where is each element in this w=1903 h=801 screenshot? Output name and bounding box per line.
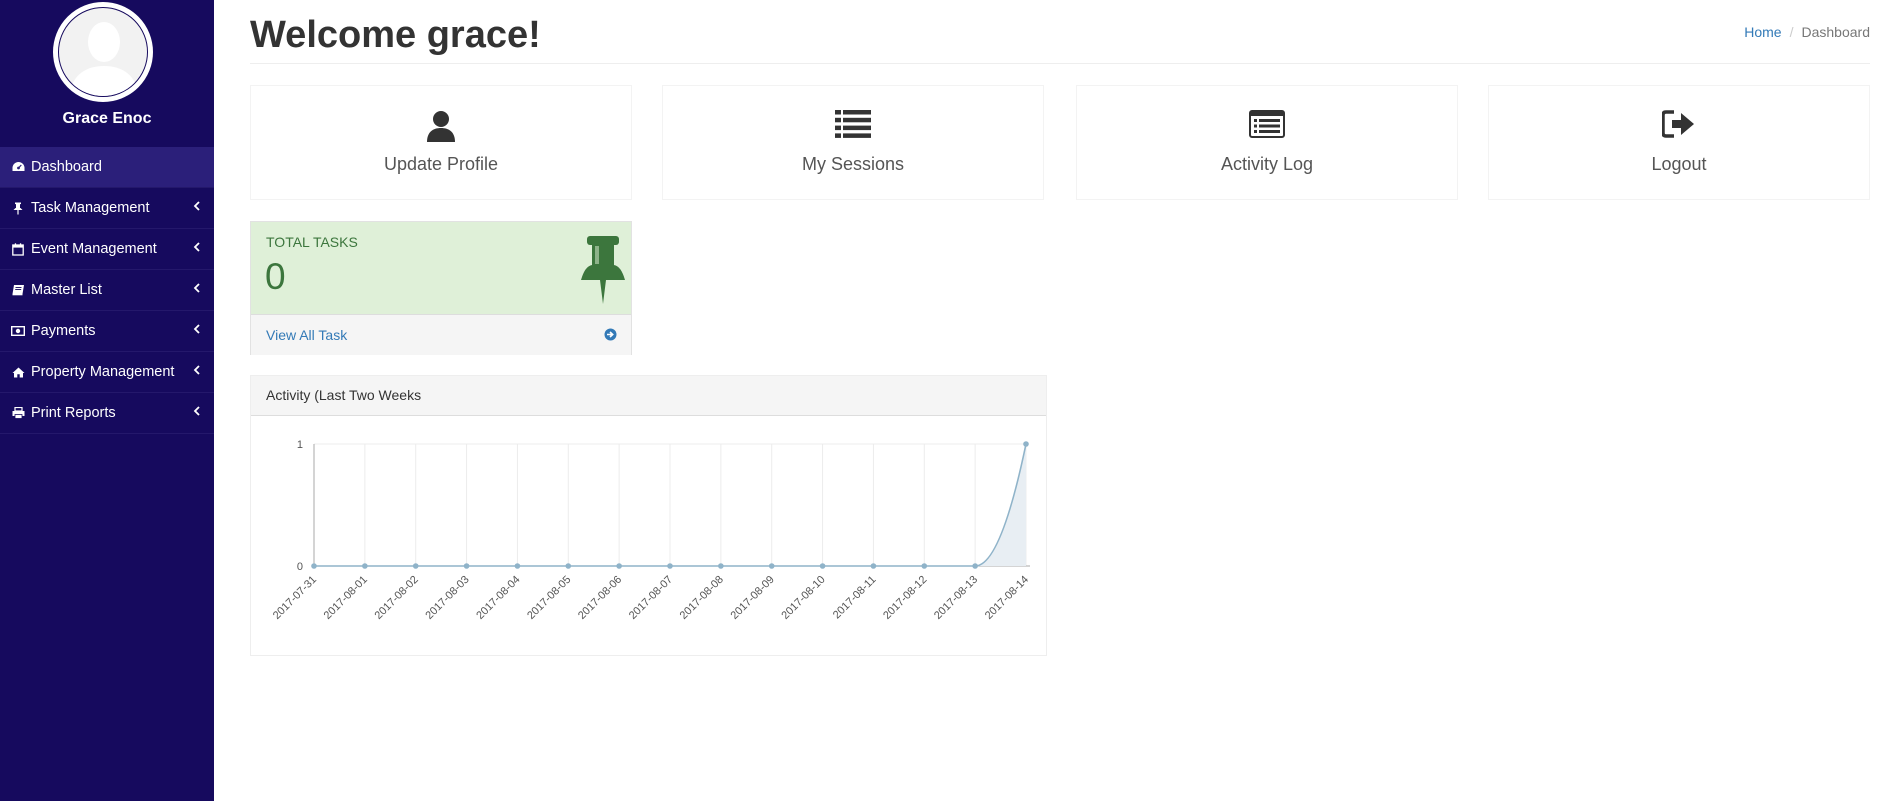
data-point xyxy=(819,563,826,569)
tile-label: Logout xyxy=(1651,154,1707,174)
x-tick-label: 2017-08-03 xyxy=(423,574,471,622)
sidebar-item-label: Event Management xyxy=(31,241,157,257)
dashboard-icon xyxy=(11,160,25,174)
chevron-left-icon xyxy=(193,322,200,338)
avatar-placeholder-icon xyxy=(58,7,148,97)
total-tasks-panel: TOTAL TASKS 0 View All Task xyxy=(250,221,632,355)
tile-logout[interactable]: Logout xyxy=(1488,85,1870,200)
data-point xyxy=(565,563,572,569)
data-point xyxy=(514,563,521,569)
title-divider xyxy=(250,63,1870,64)
sidebar-item-label: Task Management xyxy=(31,200,150,216)
tile-label: Update Profile xyxy=(383,154,499,174)
data-point xyxy=(718,563,724,569)
x-tick-label: 2017-08-01 xyxy=(322,574,370,622)
sidebar-item-print-reports[interactable]: Print Reports xyxy=(0,393,214,434)
data-point xyxy=(972,563,978,569)
sidebar-nav: Dashboard Task Management Event Manageme… xyxy=(0,147,214,434)
data-point xyxy=(463,563,470,569)
x-tick-label: 2017-08-06 xyxy=(576,574,624,622)
sidebar-item-label: Print Reports xyxy=(31,405,116,421)
x-tick-label: 2017-08-02 xyxy=(373,574,421,622)
page-title: Welcome grace! xyxy=(250,14,541,56)
sidebar-item-payments[interactable]: Payments xyxy=(0,311,214,352)
sidebar-item-task-management[interactable]: Task Management xyxy=(0,188,214,229)
sidebar-item-master-list[interactable]: Master List xyxy=(0,270,214,311)
activity-panel-header: Activity (Last Two Weeks xyxy=(251,376,1046,416)
book-icon xyxy=(11,283,25,297)
sidebar-item-label: Dashboard xyxy=(31,159,102,175)
user-icon xyxy=(251,110,631,142)
arrow-circle-right-icon[interactable] xyxy=(604,328,617,346)
tile-my-sessions[interactable]: My Sessions xyxy=(662,85,1044,200)
activity-panel: Activity (Last Two Weeks 0 1 2017-07-31 201… xyxy=(250,375,1047,656)
thumbtack-icon xyxy=(579,236,627,309)
data-point xyxy=(870,563,877,569)
tile-label: My Sessions xyxy=(801,154,905,174)
x-tick-label: 2017-08-12 xyxy=(881,574,929,622)
sign-out-icon xyxy=(1489,110,1869,138)
x-tick-label: 2017-08-10 xyxy=(779,574,827,622)
tile-update-profile[interactable]: Update Profile xyxy=(250,85,632,200)
data-point xyxy=(768,563,775,569)
list-alt-icon xyxy=(1077,110,1457,138)
print-icon xyxy=(11,406,25,420)
x-tick-label: 2017-08-07 xyxy=(627,574,675,622)
x-tick-label: 2017-08-08 xyxy=(678,574,726,622)
breadcrumb-home-link[interactable]: Home xyxy=(1744,24,1781,40)
sidebar-item-property-management[interactable]: Property Management xyxy=(0,352,214,393)
user-name: Grace Enoc xyxy=(62,110,152,127)
calendar-icon xyxy=(11,242,25,256)
chevron-left-icon xyxy=(193,404,200,420)
sidebar-item-label: Master List xyxy=(31,282,102,298)
x-tick-label: 2017-08-05 xyxy=(525,574,573,622)
activity-chart: 012017-07-31 2017-08-01 2017-08-02 2017-08-… xyxy=(271,439,1031,622)
data-point xyxy=(616,563,622,569)
x-tick-label: 2017-07-31 xyxy=(271,574,319,622)
breadcrumb-current: Dashboard xyxy=(1801,24,1871,40)
total-tasks-footer: View All Task xyxy=(251,314,631,355)
tile-activity-log[interactable]: Activity Log xyxy=(1076,85,1458,200)
sidebar-item-label: Property Management xyxy=(31,364,175,380)
sidebar-item-event-management[interactable]: Event Management xyxy=(0,229,214,270)
view-all-task-link[interactable]: View All Task xyxy=(266,327,347,343)
x-tick-label: 2017-08-09 xyxy=(729,574,777,622)
x-tick-label: 2017-08-13 xyxy=(932,574,980,622)
total-tasks-label: TOTAL TASKS xyxy=(266,234,358,250)
home-icon xyxy=(11,365,25,379)
activity-panel-title: Activity (Last Two Weeks xyxy=(266,387,422,403)
data-point xyxy=(667,563,673,569)
list-icon xyxy=(663,110,1043,138)
sidebar: Grace Enoc Dashboard Task Management Eve… xyxy=(0,0,214,801)
data-point xyxy=(311,563,317,569)
breadcrumb: Home / Dashboard xyxy=(1744,24,1870,40)
data-point xyxy=(921,563,928,569)
x-tick-label: 2017-08-11 xyxy=(831,574,879,622)
chevron-left-icon xyxy=(193,281,200,297)
data-point xyxy=(412,563,419,569)
tile-label: Activity Log xyxy=(1220,154,1314,174)
data-point xyxy=(362,563,368,569)
breadcrumb-separator: / xyxy=(1789,24,1794,40)
sidebar-item-label: Payments xyxy=(31,323,96,339)
avatar[interactable] xyxy=(53,2,153,102)
total-tasks-value: 0 xyxy=(265,256,286,297)
total-tasks-header: TOTAL TASKS 0 xyxy=(251,222,631,314)
money-icon xyxy=(11,324,25,338)
y-tick-label: 1 xyxy=(297,439,303,451)
y-tick-label: 0 xyxy=(297,561,303,573)
sidebar-item-dashboard[interactable]: Dashboard xyxy=(0,147,214,188)
chevron-left-icon xyxy=(193,199,200,215)
x-tick-label: 2017-08-14 xyxy=(983,574,1031,622)
data-point xyxy=(1023,441,1029,447)
chevron-left-icon xyxy=(193,240,200,256)
x-tick-label: 2017-08-04 xyxy=(474,574,522,622)
chevron-left-icon xyxy=(193,363,200,379)
thumbtack-icon xyxy=(11,201,25,215)
